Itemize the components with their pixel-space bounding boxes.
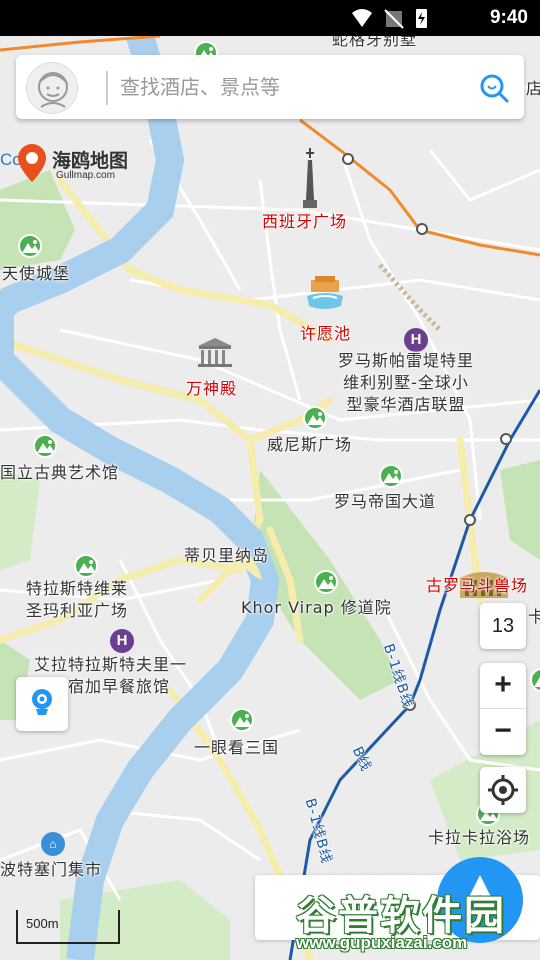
map-label-hotel[interactable]: 罗马斯帕雷堤特里 维利别墅-全球小 型豪华酒店联盟 (338, 350, 474, 416)
map-label-pantheon[interactable]: 万神殿 (186, 375, 237, 399)
map-label-yiyan[interactable]: 一眼看三国 (194, 734, 279, 758)
map-label-museum[interactable]: 国立古典艺术馆 (0, 459, 119, 483)
poi-marker[interactable] (18, 234, 42, 258)
map-label-tiber-island[interactable]: 蒂贝里纳岛 (184, 542, 269, 566)
status-icons (352, 9, 427, 29)
map-label-trastevere[interactable]: 特拉斯特维莱 圣玛利亚广场 (26, 578, 128, 622)
zoom-level: 13 (480, 603, 526, 649)
status-bar: 9:40 (0, 0, 540, 36)
search-input[interactable] (120, 67, 460, 107)
fountain-icon[interactable] (305, 276, 345, 312)
crosshair-icon (488, 775, 518, 805)
park-area (500, 460, 540, 560)
search-bar (16, 55, 524, 119)
poi-marker[interactable] (314, 570, 338, 594)
map-label-right-clip[interactable]: 店 (526, 75, 540, 99)
user-avatar[interactable] (26, 62, 78, 114)
camera-pin-icon (32, 689, 52, 715)
watermark-url: www.gupuxiazai.com (296, 933, 468, 952)
logo-pin-icon (18, 144, 46, 182)
search-icon[interactable] (478, 72, 510, 104)
avatar-face-icon (38, 72, 68, 108)
poi-marker[interactable] (230, 708, 254, 732)
search-divider (106, 71, 108, 105)
poi-marker[interactable] (379, 464, 403, 488)
obelisk-icon[interactable] (300, 148, 320, 210)
scale-label: 500m (26, 916, 59, 931)
map-label-top[interactable]: 蛇格牙别墅 (332, 36, 417, 50)
map-label-imperial[interactable]: 罗马帝国大道 (334, 488, 436, 512)
map-label-khor-virap[interactable]: Khor Virap 修道院 (241, 594, 392, 618)
poi-marker[interactable] (74, 554, 98, 578)
gullmap-logo: Com 海鸥地图 Gullmap.com (0, 140, 160, 190)
map-label-castel[interactable]: 天使城堡 (2, 260, 70, 284)
scale-bar: 500m (16, 910, 120, 944)
map-label-right-clip[interactable]: 卡 (528, 603, 540, 627)
park-area (0, 470, 40, 570)
poi-marker[interactable] (303, 406, 327, 430)
metro-station[interactable] (464, 514, 476, 526)
shopping-marker[interactable]: ⌂ (41, 832, 65, 856)
wifi-icon (352, 9, 372, 27)
rail-station[interactable] (342, 153, 354, 165)
poi-marker[interactable] (33, 434, 57, 458)
map-label-caracalla[interactable]: 卡拉卡拉浴场 (428, 824, 530, 848)
zoom-in-button[interactable]: + (480, 663, 526, 709)
map-label-venezia[interactable]: 威尼斯广场 (267, 431, 352, 455)
metro-station[interactable] (500, 433, 512, 445)
street-view-button[interactable] (16, 677, 68, 731)
rail-dashed (378, 263, 442, 332)
map-label-porta-portese[interactable]: 波特塞门集市 (0, 856, 102, 880)
rail-station[interactable] (416, 223, 428, 235)
my-location-button[interactable] (480, 767, 526, 813)
zoom-controls: + − (480, 663, 526, 755)
map-label-trevi[interactable]: 许愿池 (300, 320, 351, 344)
watermark: 谷普软件园 www.gupuxiazai.com (296, 883, 540, 960)
pantheon-icon[interactable] (196, 336, 234, 368)
logo-brand: 海鸥地图 (52, 150, 129, 172)
logo-domain: Gullmap.com (56, 170, 115, 181)
hotel-marker[interactable]: H (110, 629, 134, 653)
hotel-marker[interactable]: H (404, 328, 428, 352)
map-label-spain-square[interactable]: 西班牙广场 (262, 208, 347, 232)
zoom-out-button[interactable]: − (480, 709, 526, 755)
map-label-colosseum[interactable]: 古罗马斗兽场 (426, 572, 528, 596)
status-time: 9:40 (489, 7, 528, 28)
